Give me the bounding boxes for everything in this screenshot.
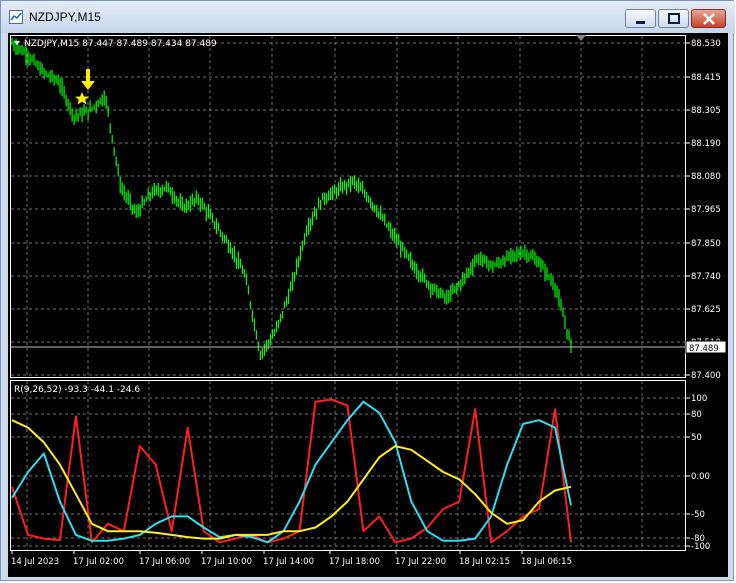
price-tick-label: 88.415 bbox=[691, 73, 721, 83]
time-label: 17 Jul 14:00 bbox=[263, 557, 314, 567]
indicator-tick-label: -100 bbox=[691, 542, 710, 552]
price-tick-label: 87.400 bbox=[691, 371, 721, 381]
terminal-window: NZDJPY,M15 NZDJPY,M15 87.447 87.489 87.4… bbox=[0, 0, 735, 581]
chart-shift-icon[interactable] bbox=[576, 35, 586, 41]
indicator-scale: 10080500.00-50-80-100 bbox=[686, 394, 710, 552]
time-axis: 14 Jul 2023 17 Jul 02:00 17 Jul 06:00 17 Ju… bbox=[11, 550, 572, 567]
close-icon bbox=[703, 13, 715, 25]
time-label: 17 Jul 10:00 bbox=[201, 557, 252, 567]
minimize-button[interactable] bbox=[625, 9, 656, 28]
yellow-down-arrow-icon[interactable] bbox=[81, 69, 95, 90]
time-label: 17 Jul 22:00 bbox=[395, 557, 446, 567]
time-label: 18 Jul 06:15 bbox=[521, 557, 572, 567]
time-label: 17 Jul 02:00 bbox=[73, 557, 124, 567]
time-label: 17 Jul 18:00 bbox=[329, 557, 380, 567]
maximize-icon bbox=[668, 13, 680, 24]
price-tick-label: 88.080 bbox=[691, 172, 721, 182]
yellow-star-icon[interactable] bbox=[75, 92, 89, 105]
time-label: 14 Jul 2023 bbox=[11, 557, 59, 567]
price-tick-label: 87.850 bbox=[691, 239, 721, 249]
price-bars bbox=[11, 37, 572, 360]
current-price-label: 87.489 bbox=[689, 344, 719, 354]
indicator-line-cyan bbox=[11, 400, 572, 544]
price-tick-label: 88.190 bbox=[691, 139, 721, 149]
indicator-tick-label: 100 bbox=[691, 394, 707, 404]
chart-svg[interactable]: NZDJPY,M15 87.447 87.489 87.434 87.489 R… bbox=[8, 33, 728, 577]
price-scale: 88.530 88.415 88.305 88.190 88.080 87.965 87.8… bbox=[686, 39, 721, 381]
close-button[interactable] bbox=[691, 9, 726, 28]
price-tick-label: 88.530 bbox=[691, 39, 721, 49]
minimize-icon bbox=[636, 21, 645, 24]
time-label: 17 Jul 06:00 bbox=[139, 557, 190, 567]
price-tick-label: 87.625 bbox=[691, 305, 721, 315]
title-bar[interactable]: NZDJPY,M15 bbox=[1, 1, 735, 33]
indicator-panel-header: R(9,26,52) -93.3 -44.1 -24.6 bbox=[14, 385, 140, 395]
chart-area[interactable]: NZDJPY,M15 87.447 87.489 87.434 87.489 R… bbox=[8, 33, 728, 577]
main-panel-frame bbox=[10, 35, 686, 378]
main-grid bbox=[11, 36, 685, 377]
time-label: 18 Jul 02:15 bbox=[459, 557, 510, 567]
window-title: NZDJPY,M15 bbox=[29, 10, 101, 24]
price-tick-label: 87.740 bbox=[691, 272, 721, 282]
main-panel-header: NZDJPY,M15 87.447 87.489 87.434 87.489 bbox=[24, 39, 217, 49]
price-tick-label: 87.965 bbox=[691, 205, 721, 215]
indicator-tick-label: 50 bbox=[691, 433, 702, 443]
maximize-button[interactable] bbox=[658, 9, 689, 28]
price-tick-label: 88.305 bbox=[691, 106, 721, 116]
indicator-tick-label: -50 bbox=[691, 510, 705, 520]
chart-window-icon bbox=[9, 10, 23, 24]
indicator-lines bbox=[11, 398, 572, 544]
indicator-tick-label: 80 bbox=[691, 410, 702, 420]
indicator-tick-label: 0.00 bbox=[691, 472, 710, 482]
